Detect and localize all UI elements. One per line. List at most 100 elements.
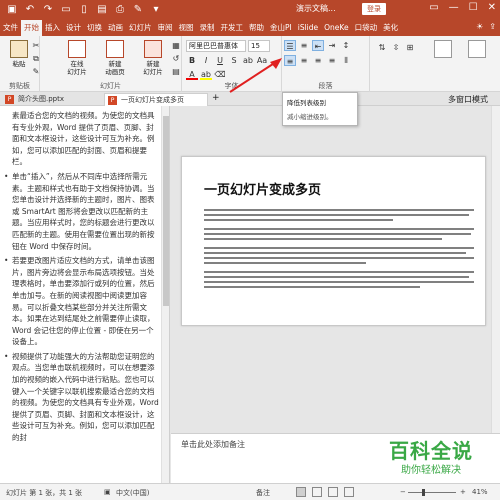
undo-icon[interactable]: ↶ bbox=[24, 4, 36, 15]
print-icon[interactable]: ⎙ bbox=[114, 4, 126, 15]
minimize-icon[interactable]: — bbox=[449, 2, 459, 13]
tab-4[interactable]: 切换 bbox=[84, 20, 105, 36]
doc-tab[interactable]: P 简介头图.pptx bbox=[2, 93, 102, 106]
tab-2[interactable]: 插入 bbox=[42, 20, 63, 36]
new-slide-button[interactable]: 新建 幻灯片 bbox=[136, 40, 170, 76]
maximize-icon[interactable]: ☐ bbox=[469, 2, 478, 13]
save-icon[interactable]: ▣ bbox=[6, 4, 18, 15]
bold-icon[interactable]: B bbox=[186, 55, 198, 66]
new-slide-label: 新建 幻灯片 bbox=[143, 60, 163, 76]
normal-view-icon[interactable] bbox=[296, 487, 306, 497]
login-button[interactable]: 登录 bbox=[362, 3, 386, 15]
tab-16[interactable]: 美化 bbox=[380, 20, 401, 36]
outline-scrollbar[interactable] bbox=[161, 106, 169, 483]
tab-3[interactable]: 设计 bbox=[63, 20, 84, 36]
italic-icon[interactable]: I bbox=[200, 55, 212, 66]
tab-6[interactable]: 幻灯片 bbox=[126, 20, 155, 36]
lightbulb-icon[interactable]: ☀ bbox=[476, 22, 483, 31]
new-animation-page-button[interactable]: 新建 动画页 bbox=[98, 40, 132, 76]
font-color-icon[interactable]: A bbox=[186, 69, 198, 80]
slide-sorter-icon[interactable] bbox=[312, 487, 322, 497]
new-icon[interactable]: ▯ bbox=[78, 4, 90, 15]
section-icon[interactable]: ▤ bbox=[170, 66, 182, 77]
tab-5[interactable]: 动画 bbox=[105, 20, 126, 36]
share-icon[interactable]: ⇪ bbox=[489, 22, 496, 31]
align-row: ≡ ≡ ≡ ≡ ⫴ bbox=[284, 55, 352, 66]
new-tab-icon[interactable]: + bbox=[212, 93, 220, 103]
columns-icon[interactable]: ⫴ bbox=[340, 55, 352, 66]
paste-button[interactable]: 粘贴 bbox=[6, 40, 32, 68]
line-spacing-icon[interactable]: ↕ bbox=[340, 40, 352, 51]
ribbon-display-icon[interactable]: ▭ bbox=[429, 2, 438, 13]
tab-12[interactable]: 金山PI bbox=[267, 20, 295, 36]
notes-toggle[interactable]: 备注 bbox=[256, 488, 270, 498]
outline-scroll-thumb[interactable] bbox=[163, 116, 169, 306]
underline-icon[interactable]: U bbox=[214, 55, 226, 66]
numbering-icon[interactable]: ≡ bbox=[298, 40, 310, 51]
present-icon[interactable]: ▭ bbox=[60, 4, 72, 15]
window-title: 演示文稿... bbox=[296, 4, 336, 13]
redo-icon[interactable]: ↷ bbox=[42, 4, 54, 15]
font-name-box[interactable]: 阿里巴巴普惠体 bbox=[186, 40, 246, 52]
font-size-box[interactable]: 15 bbox=[248, 40, 270, 52]
tab-1[interactable]: 开始 bbox=[21, 20, 42, 36]
font-color-row: A ab ⌫ bbox=[186, 69, 226, 80]
justify-icon[interactable]: ≡ bbox=[326, 55, 338, 66]
slide-canvas[interactable]: 一页幻灯片变成多页 bbox=[181, 156, 486, 326]
slideshow-icon[interactable] bbox=[344, 487, 354, 497]
slide-body-text[interactable] bbox=[204, 209, 474, 291]
highlight-icon[interactable]: ab bbox=[200, 69, 212, 80]
slide-title[interactable]: 一页幻灯片变成多页 bbox=[204, 179, 321, 198]
tab-15[interactable]: 口袋动 bbox=[352, 20, 381, 36]
align-right-icon[interactable]: ≡ bbox=[312, 55, 324, 66]
body-text-line bbox=[204, 286, 420, 288]
layout-icon[interactable]: ▦ bbox=[170, 40, 182, 51]
spellcheck-icon[interactable]: ▣ bbox=[104, 488, 111, 496]
doc-tab-label: 简介头图.pptx bbox=[18, 95, 64, 103]
customize-qat-icon[interactable]: ▾ bbox=[150, 4, 162, 15]
text-direction-icon[interactable]: ⇅ bbox=[376, 42, 388, 53]
increase-list-level-icon[interactable]: ⇥ bbox=[326, 40, 338, 51]
slide-scrollbar[interactable] bbox=[491, 106, 500, 433]
outline-pane[interactable]: 素最适合您的文档的视频。为使您的文档具有专业外观，Word 提供了页眉、页脚、封… bbox=[0, 106, 170, 483]
title-bar: ▣ ↶ ↷ ▭ ▯ ▤ ⎙ ✎ ▾ 演示文稿... 登录 ▭ — ☐ ✕ bbox=[0, 0, 500, 18]
new-animation-icon bbox=[106, 40, 124, 58]
multi-window-label[interactable]: 多窗口模式 bbox=[448, 94, 488, 105]
watermark-title: 百科全说 bbox=[366, 438, 496, 464]
tab-7[interactable]: 审阅 bbox=[155, 20, 176, 36]
notes-placeholder[interactable]: 单击此处添加备注 bbox=[181, 439, 245, 450]
align-center-icon[interactable]: ≡ bbox=[298, 55, 310, 66]
outline-paragraph[interactable]: 视频提供了功能强大的方法帮助您证明您的观点。当您单击联机视频时，可以在想要添加的… bbox=[4, 351, 161, 444]
clear-format-icon[interactable]: ⌫ bbox=[214, 69, 226, 80]
open-icon[interactable]: ▤ bbox=[96, 4, 108, 15]
format-painter-icon[interactable]: ✎ bbox=[132, 4, 144, 15]
outline-text[interactable]: 素最适合您的文档的视频。为使您的文档具有专业外观，Word 提供了页眉、页脚、封… bbox=[0, 106, 169, 444]
paragraph-group-label: 段落 bbox=[318, 82, 333, 90]
align-text-icon[interactable]: ⇳ bbox=[390, 42, 402, 53]
outline-paragraph[interactable]: 若要更改图片适应文档的方式，请单击该图片，图片旁边将会显示布局选项按钮。当处理表… bbox=[4, 255, 161, 348]
search-icon bbox=[468, 40, 486, 58]
reset-icon[interactable]: ↺ bbox=[170, 53, 182, 64]
slide-editor[interactable]: 一页幻灯片变成多页 bbox=[171, 106, 500, 433]
shapes-button[interactable] bbox=[430, 40, 456, 60]
language-label[interactable]: 中文(中国) bbox=[116, 488, 149, 498]
reading-view-icon[interactable] bbox=[328, 487, 338, 497]
editing-button[interactable] bbox=[464, 40, 490, 60]
tab-14[interactable]: OneKe bbox=[321, 20, 351, 36]
tab-0[interactable]: 文件 bbox=[0, 20, 21, 36]
tab-11[interactable]: 帮助 bbox=[246, 20, 267, 36]
smartart-icon[interactable]: ⊞ bbox=[404, 42, 416, 53]
tab-9[interactable]: 录制 bbox=[197, 20, 218, 36]
outline-paragraph[interactable]: 单击“插入”，然后从不同库中选择所需元素。主题和样式也有助于文档保持协调。当您单… bbox=[4, 171, 161, 252]
body-text-line bbox=[204, 209, 474, 211]
online-slides-button[interactable]: 在线 幻灯片 bbox=[60, 40, 94, 76]
doc-tab-active[interactable]: P 一页幻灯片变成多页 bbox=[104, 93, 208, 106]
tab-10[interactable]: 开发工 bbox=[218, 20, 247, 36]
outline-paragraph[interactable]: 素最适合您的文档的视频。为使您的文档具有专业外观，Word 提供了页眉、页脚、封… bbox=[12, 110, 161, 168]
tooltip: 降低列表级别 减小缩进级别。 bbox=[282, 92, 358, 126]
bullets-icon[interactable]: ☰ bbox=[284, 40, 296, 51]
close-icon[interactable]: ✕ bbox=[488, 2, 496, 13]
tab-13[interactable]: iSlide bbox=[295, 20, 321, 36]
decrease-list-level-icon[interactable]: ⇤ bbox=[312, 40, 324, 51]
tab-8[interactable]: 视图 bbox=[176, 20, 197, 36]
